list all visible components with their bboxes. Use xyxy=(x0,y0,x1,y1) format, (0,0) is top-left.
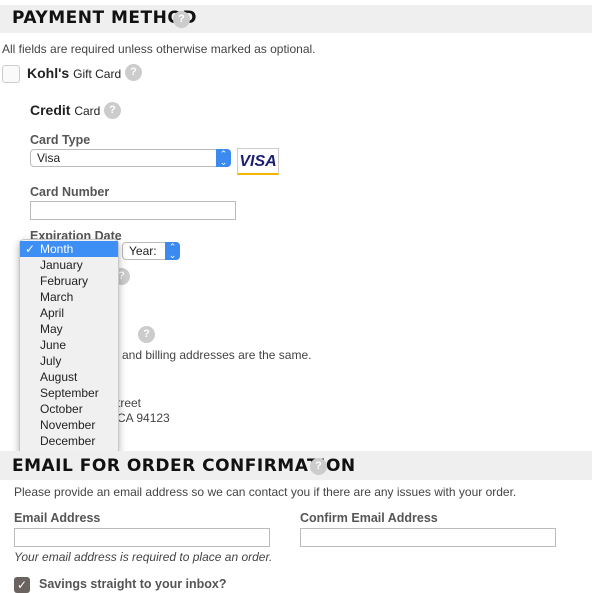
month-option-label: September xyxy=(40,386,99,400)
month-option[interactable]: May xyxy=(20,321,118,337)
savings-checkbox[interactable]: ✓ xyxy=(14,577,30,593)
month-option-label: October xyxy=(40,402,83,416)
credit-bold: Credit xyxy=(30,102,71,118)
chevron-updown-icon: ⌃ ⌄ xyxy=(216,149,231,167)
month-option[interactable]: March xyxy=(20,289,118,305)
help-icon[interactable]: ? xyxy=(125,64,142,81)
month-option-label: April xyxy=(40,306,65,320)
help-icon[interactable]: ? xyxy=(310,458,327,475)
card-type-select[interactable]: Visa ⌃ ⌄ xyxy=(30,149,231,167)
month-option-label: June xyxy=(40,338,67,352)
checkmark-icon: ✓ xyxy=(25,242,36,256)
credit-label: Card xyxy=(74,104,101,118)
month-dropdown-menu[interactable]: ✓ Month January February March April May June Ju… xyxy=(19,239,119,455)
gift-card-checkbox[interactable] xyxy=(2,65,20,83)
month-option[interactable]: December xyxy=(20,433,118,449)
checkmark-icon: ✓ xyxy=(16,578,28,592)
month-option-label: August xyxy=(40,370,78,384)
card-number-label: Card Number xyxy=(30,185,110,199)
month-option-label: July xyxy=(40,354,62,368)
help-icon[interactable]: ? xyxy=(104,102,121,119)
email-title: EMAIL FOR ORDER CONFIRMATION xyxy=(12,456,356,476)
help-icon[interactable]: ? xyxy=(173,11,190,28)
month-option[interactable]: September xyxy=(20,385,118,401)
email-note: Please provide an email address so we ca… xyxy=(14,485,517,499)
card-type-value: Visa xyxy=(37,151,61,165)
month-option-label: February xyxy=(40,274,89,288)
month-option-label: January xyxy=(40,258,83,272)
email-label: Email Address xyxy=(14,511,101,525)
address-line-1: treet xyxy=(117,396,142,410)
month-option-label: Month xyxy=(40,242,74,256)
month-option-label: November xyxy=(40,418,96,432)
month-option[interactable]: January xyxy=(20,257,118,273)
month-option-label: December xyxy=(40,434,96,448)
required-note: All fields are required unless otherwise… xyxy=(2,42,316,56)
help-icon[interactable]: ? xyxy=(138,326,155,343)
chevron-updown-icon: ⌃ ⌄ xyxy=(165,242,180,260)
visa-logo: VISA xyxy=(237,148,279,175)
month-option-label: March xyxy=(40,290,74,304)
same-address-text: and billing addresses are the same. xyxy=(122,348,312,362)
month-option[interactable]: April xyxy=(20,305,118,321)
gift-card-label: Gift Card xyxy=(73,67,122,81)
card-number-input[interactable] xyxy=(30,201,236,220)
month-option[interactable]: July xyxy=(20,353,118,369)
gift-card-bold: Kohl's xyxy=(27,65,70,81)
year-value: Year: xyxy=(129,244,157,258)
address-line-2: CA 94123 xyxy=(117,411,170,425)
confirm-email-input[interactable] xyxy=(300,528,556,547)
month-option[interactable]: ✓ Month xyxy=(20,241,118,257)
card-type-label: Card Type xyxy=(30,133,91,147)
email-input[interactable] xyxy=(14,528,270,547)
month-option[interactable]: August xyxy=(20,369,118,385)
month-option-label: May xyxy=(40,322,63,336)
month-option[interactable]: November xyxy=(20,417,118,433)
year-select[interactable]: Year: ⌃ ⌄ xyxy=(122,242,180,260)
email-required-note: Your email address is required to place … xyxy=(14,550,273,564)
payment-title: PAYMENT METHOD xyxy=(12,8,197,28)
confirm-email-label: Confirm Email Address xyxy=(300,511,438,525)
savings-label: Savings straight to your inbox? xyxy=(39,577,227,591)
month-option[interactable]: October xyxy=(20,401,118,417)
month-option[interactable]: June xyxy=(20,337,118,353)
month-option[interactable]: February xyxy=(20,273,118,289)
